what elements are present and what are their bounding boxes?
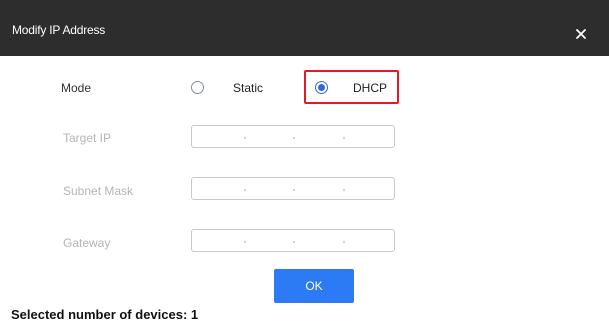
ip-separator (293, 137, 295, 139)
ip-separator (293, 241, 295, 243)
static-radio[interactable] (191, 81, 204, 94)
ok-button[interactable]: OK (274, 269, 354, 303)
gateway-input[interactable] (191, 229, 395, 252)
ip-separator (244, 241, 246, 243)
target-ip-input[interactable] (191, 125, 395, 148)
close-button[interactable] (571, 24, 591, 44)
ip-separator (244, 189, 246, 191)
dhcp-radio[interactable] (315, 81, 328, 94)
close-icon (576, 29, 586, 39)
subnet-mask-input[interactable] (191, 177, 395, 200)
gateway-label: Gateway (63, 236, 111, 250)
ip-separator (244, 137, 246, 139)
dhcp-option-label[interactable]: DHCP (353, 81, 387, 95)
ip-separator (293, 189, 295, 191)
mode-label: Mode (61, 81, 92, 95)
dialog-title: Modify IP Address (12, 23, 106, 37)
subnet-mask-label: Subnet Mask (63, 184, 134, 198)
ip-separator (343, 241, 345, 243)
static-option-label[interactable]: Static (233, 81, 263, 95)
dialog-titlebar: Modify IP Address (0, 0, 609, 56)
ip-separator (343, 137, 345, 139)
ip-separator (343, 189, 345, 191)
target-ip-label: Target IP (63, 131, 112, 145)
selected-devices-count: Selected number of devices: 1 (11, 307, 199, 322)
